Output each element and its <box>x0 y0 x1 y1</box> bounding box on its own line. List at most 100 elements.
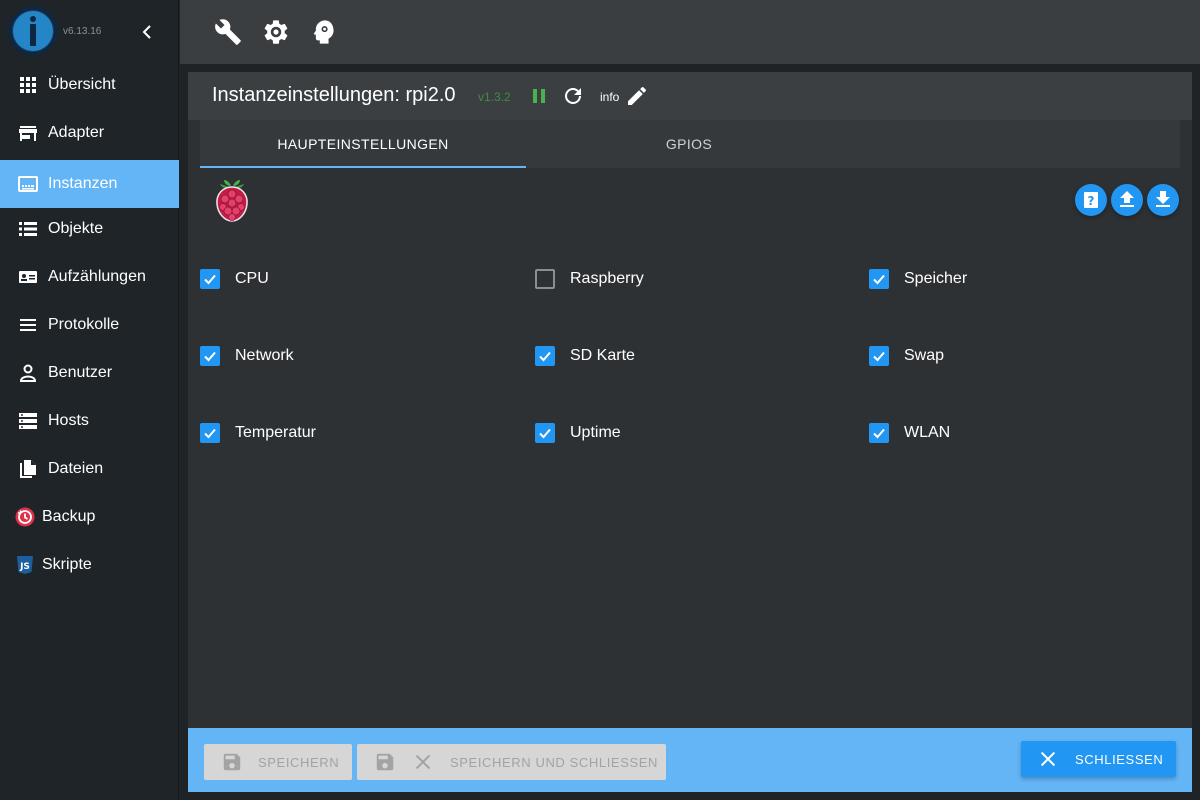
sidebar-item-objekte[interactable]: Objekte <box>0 205 179 253</box>
checkbox[interactable] <box>869 423 889 443</box>
sidebar-header: v6.13.16 <box>0 0 178 64</box>
checkmark-icon <box>873 428 885 439</box>
upload-icon <box>1120 191 1134 207</box>
svg-text:JS: JS <box>19 562 30 572</box>
wrench-icon[interactable] <box>214 18 242 46</box>
floppy-disk-icon <box>376 753 394 771</box>
sidebar-item-label: Aufzählungen <box>48 268 146 285</box>
gear-icon[interactable] <box>262 18 290 46</box>
sidebar-item-label: Backup <box>42 508 96 525</box>
close-button[interactable]: SCHLIESSEN <box>1021 741 1176 777</box>
save-and-close-button[interactable]: SPEICHERN UND SCHLIESSEN <box>357 744 666 780</box>
download-settings-button[interactable] <box>1147 184 1179 216</box>
server-icon <box>18 411 38 431</box>
restart-button[interactable] <box>561 84 585 108</box>
checkmark-icon <box>204 351 216 362</box>
store-icon <box>18 123 38 143</box>
option-temperatur[interactable]: Temperatur <box>200 423 316 443</box>
upload-settings-button[interactable] <box>1111 184 1143 216</box>
refresh-icon <box>565 88 581 104</box>
option-label: Swap <box>904 347 945 364</box>
sidebar-item-benutzer[interactable]: Benutzer <box>0 349 179 397</box>
pause-icon <box>533 89 545 103</box>
sidebar-item-uebersicht[interactable]: Übersicht <box>0 61 179 109</box>
checkmark-icon <box>204 428 216 439</box>
checkmark-icon <box>873 351 885 362</box>
person-icon <box>18 363 38 383</box>
sidebar-item-skripte[interactable]: JS Skripte <box>0 541 179 589</box>
chevron-left-icon <box>142 25 151 39</box>
checkbox[interactable] <box>535 346 555 366</box>
sidebar-item-label: Adapter <box>48 124 105 141</box>
option-label: CPU <box>235 270 269 287</box>
collapse-sidebar-button[interactable] <box>139 22 155 42</box>
checkbox[interactable] <box>535 423 555 443</box>
checkmark-icon <box>873 274 885 285</box>
sidebar-item-protokolle[interactable]: Protokolle <box>0 301 179 349</box>
help-icon: ? <box>1084 192 1098 208</box>
save-button[interactable]: SPEICHERN <box>204 744 352 780</box>
option-raspberry[interactable]: Raspberry <box>535 269 644 289</box>
help-button[interactable]: ? <box>1075 184 1107 216</box>
option-label: Speicher <box>904 270 968 287</box>
sidebar-item-label: Skripte <box>42 556 92 573</box>
option-swap[interactable]: Swap <box>869 346 944 366</box>
backup-clock-icon <box>15 507 35 527</box>
sidebar-item-backup[interactable]: Backup <box>0 493 179 541</box>
instance-settings-panel: Instanzeinstellungen: rpi2.0 v1.3.2 info… <box>188 72 1192 792</box>
sidebar-item-instanzen[interactable]: Instanzen <box>0 160 179 208</box>
grid-icon <box>18 75 38 95</box>
checkbox[interactable] <box>535 269 555 289</box>
checkbox[interactable] <box>200 346 220 366</box>
enum-card-icon <box>18 267 38 287</box>
panel-footer: SPEICHERN SPEICHERN UND SCHLIESSEN SCHLI… <box>188 728 1192 792</box>
sidebar-item-label: Dateien <box>48 460 104 477</box>
iobroker-logo[interactable] <box>8 6 58 56</box>
checkbox[interactable] <box>200 269 220 289</box>
option-sd-karte[interactable]: SD Karte <box>535 346 635 366</box>
checkbox[interactable] <box>869 346 889 366</box>
log-level-label[interactable]: info <box>600 90 619 104</box>
sidebar-item-hosts[interactable]: Hosts <box>0 397 179 445</box>
option-network[interactable]: Network <box>200 346 294 366</box>
adapter-version: v1.3.2 <box>478 90 511 104</box>
checkbox[interactable] <box>200 423 220 443</box>
sidebar-item-aufzaehlungen[interactable]: Aufzählungen <box>0 253 179 301</box>
close-icon <box>415 754 431 770</box>
checkmark-icon <box>539 351 551 362</box>
option-label: WLAN <box>904 424 951 441</box>
tab-haupteinstellungen[interactable]: HAUPTEINSTELLUNGEN <box>200 120 526 168</box>
pencil-icon <box>628 86 647 105</box>
sidebar-item-label: Benutzer <box>48 364 113 381</box>
option-cpu[interactable]: CPU <box>200 269 269 289</box>
sidebar-item-label: Objekte <box>48 220 104 237</box>
pause-button[interactable] <box>527 84 551 108</box>
files-icon <box>18 459 38 479</box>
active-tab-indicator <box>200 166 526 168</box>
option-speicher[interactable]: Speicher <box>869 269 967 289</box>
instances-icon <box>18 174 38 194</box>
checkbox[interactable] <box>869 269 889 289</box>
checkmark-icon <box>539 428 551 439</box>
option-label: SD Karte <box>570 347 635 364</box>
sidebar-item-label: Protokolle <box>48 316 120 333</box>
floppy-disk-icon <box>223 753 241 771</box>
option-label: Network <box>235 347 294 364</box>
option-label: Raspberry <box>570 270 644 287</box>
close-label: SCHLIESSEN <box>1075 751 1164 767</box>
close-icon <box>1040 751 1056 767</box>
sidebar-item-dateien[interactable]: Dateien <box>0 445 179 493</box>
option-wlan[interactable]: WLAN <box>869 423 950 443</box>
menu-lines-icon <box>18 315 38 335</box>
top-toolbar <box>180 0 1200 64</box>
panel-header: Instanzeinstellungen: rpi2.0 v1.3.2 info <box>188 72 1192 120</box>
expert-head-icon[interactable] <box>310 18 338 46</box>
option-label: Uptime <box>570 424 621 441</box>
edit-log-level-button[interactable] <box>625 84 649 108</box>
sidebar-item-adapter[interactable]: Adapter <box>0 109 179 157</box>
page-title: Instanzeinstellungen: rpi2.0 <box>212 84 456 106</box>
option-uptime[interactable]: Uptime <box>535 423 621 443</box>
option-label: Temperatur <box>235 424 316 441</box>
checkmark-icon <box>204 274 216 285</box>
tab-gpios[interactable]: GPIOS <box>526 120 852 168</box>
